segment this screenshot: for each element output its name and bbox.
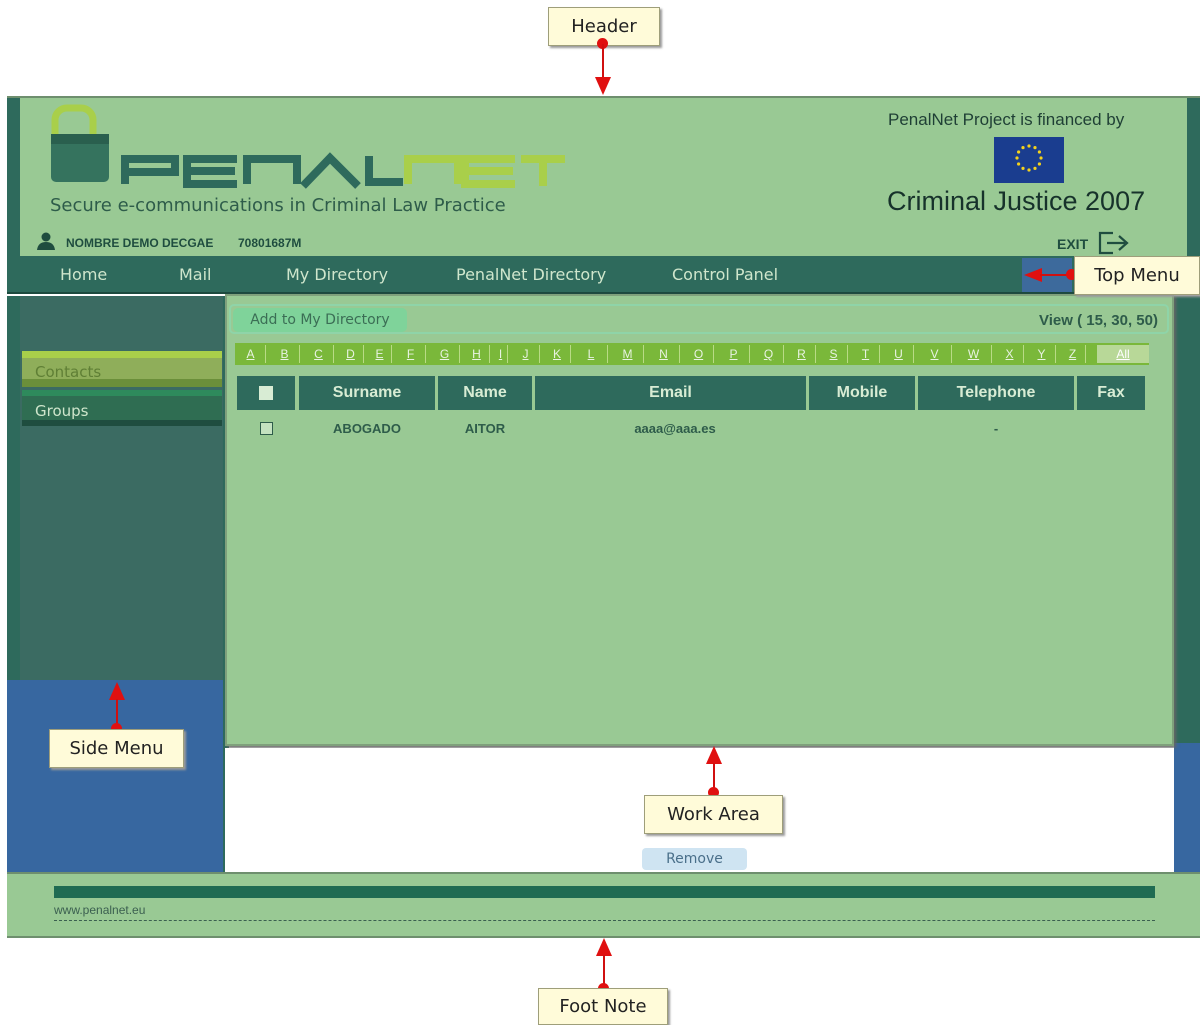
letter-u[interactable]: U	[884, 345, 914, 363]
side-item-contacts[interactable]: Contacts	[22, 351, 222, 387]
letter-c[interactable]: C	[304, 345, 334, 363]
cell-name: AITOR	[464, 421, 506, 436]
select-all-cell	[237, 376, 295, 410]
header-left-edge	[7, 98, 20, 258]
letter-f[interactable]: F	[396, 345, 426, 363]
column-surname[interactable]: Surname	[299, 376, 435, 410]
header: Secure e-communications in Criminal Law …	[7, 96, 1200, 258]
foot-note-callout-arrow	[596, 938, 612, 956]
footer-bar	[54, 886, 1155, 898]
eu-flag-icon	[994, 137, 1064, 183]
work-area-callout-arrow	[706, 746, 722, 764]
column-email[interactable]: Email	[535, 376, 806, 410]
letter-z[interactable]: Z	[1060, 345, 1086, 363]
letter-e[interactable]: E	[368, 345, 392, 363]
select-all-checkbox[interactable]	[259, 386, 273, 400]
letter-a[interactable]: A	[236, 345, 266, 363]
side-menu-blue-area	[7, 680, 223, 872]
row-checkbox[interactable]	[260, 422, 273, 435]
letter-p[interactable]: P	[718, 345, 750, 363]
exit-label[interactable]: EXIT	[1057, 236, 1088, 252]
user-icon	[37, 232, 55, 250]
menu-control-panel[interactable]: Control Panel	[672, 265, 778, 284]
user-id: 70801687M	[238, 236, 302, 250]
footer-dashed-line	[54, 920, 1155, 921]
menu-home[interactable]: Home	[60, 265, 107, 284]
letter-k[interactable]: K	[544, 345, 571, 363]
add-to-my-directory-button[interactable]: Add to My Directory	[233, 308, 407, 332]
letter-m[interactable]: M	[612, 345, 644, 363]
top-menu: Home Mail My Directory PenalNet Director…	[7, 256, 1200, 294]
side-menu-callout: Side Menu	[49, 729, 184, 768]
menu-penalnet-directory[interactable]: PenalNet Directory	[456, 265, 606, 284]
cell-email: aaaa@aaa.es	[634, 421, 716, 436]
foot-note-callout: Foot Note	[538, 988, 668, 1025]
top-menu-callout: Top Menu	[1074, 256, 1200, 295]
right-edge-blue	[1174, 743, 1200, 872]
footer-website[interactable]: www.penalnet.eu	[54, 903, 145, 917]
letter-v[interactable]: V	[918, 345, 952, 363]
user-name: NOMBRE DEMO DECGAE	[66, 236, 214, 250]
column-mobile[interactable]: Mobile	[809, 376, 915, 410]
letter-j[interactable]: J	[512, 345, 540, 363]
remove-button[interactable]: Remove	[642, 848, 747, 870]
letter-d[interactable]: D	[338, 345, 364, 363]
letter-x[interactable]: X	[996, 345, 1024, 363]
exit-icon[interactable]	[1097, 231, 1133, 255]
letter-o[interactable]: O	[684, 345, 714, 363]
program-name: Criminal Justice 2007	[887, 186, 1146, 216]
view-options[interactable]: View ( 15, 30, 50)	[1039, 312, 1158, 329]
penalnet-logo	[51, 104, 565, 189]
letter-n[interactable]: N	[648, 345, 680, 363]
letter-s[interactable]: S	[820, 345, 848, 363]
penalnet-app: Secure e-communications in Criminal Law …	[7, 96, 1200, 938]
letter-y[interactable]: Y	[1028, 345, 1056, 363]
letter-g[interactable]: G	[430, 345, 460, 363]
work-area-callout-line	[713, 763, 715, 789]
letter-h[interactable]: H	[464, 345, 490, 363]
side-menu-callout-arrow	[109, 682, 125, 700]
foot-note-callout-line	[603, 955, 605, 985]
header-callout-line	[602, 44, 604, 78]
header-callout-arrow	[595, 77, 611, 95]
work-area-callout: Work Area	[644, 795, 783, 834]
letter-t[interactable]: T	[852, 345, 880, 363]
side-menu-callout-line	[116, 699, 118, 725]
side-item-groups[interactable]: Groups	[22, 390, 222, 426]
right-edge	[1174, 296, 1200, 872]
tagline: Secure e-communications in Criminal Law …	[50, 195, 506, 216]
letter-l[interactable]: L	[575, 345, 608, 363]
cell-telephone: -	[993, 421, 999, 436]
column-fax[interactable]: Fax	[1077, 376, 1145, 410]
financed-by-text: PenalNet Project is financed by	[888, 110, 1125, 129]
letter-all[interactable]: All	[1097, 345, 1149, 363]
side-menu: Contacts Groups	[7, 296, 229, 872]
letter-r[interactable]: R	[788, 345, 816, 363]
letter-i[interactable]: I	[494, 345, 508, 363]
menu-mail[interactable]: Mail	[179, 265, 212, 284]
cell-surname: ABOGADO	[333, 421, 401, 436]
menu-my-directory[interactable]: My Directory	[286, 265, 388, 284]
letter-w[interactable]: W	[956, 345, 992, 363]
footer: www.penalnet.eu	[7, 872, 1200, 938]
column-telephone[interactable]: Telephone	[918, 376, 1074, 410]
column-name[interactable]: Name	[438, 376, 532, 410]
letter-q[interactable]: Q	[754, 345, 784, 363]
header-right-edge	[1187, 98, 1200, 258]
letter-b[interactable]: B	[270, 345, 300, 363]
